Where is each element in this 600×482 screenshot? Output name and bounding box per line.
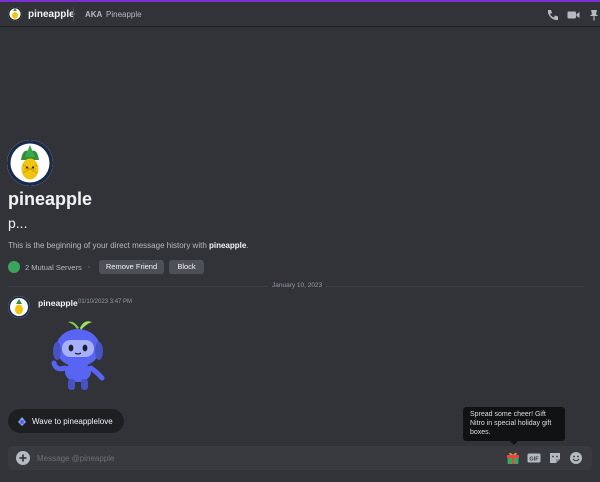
message-input[interactable] <box>37 451 437 465</box>
channel-header: pineapple AKA Pineapple <box>0 2 600 27</box>
message-timestamp: 01/10/2023 3:47 PM <box>78 299 133 305</box>
date-divider-label: January 10, 2023 <box>268 282 327 289</box>
block-button[interactable]: Block <box>169 260 204 274</box>
welcome-subtitle: p... <box>8 215 28 231</box>
pinned-messages-icon[interactable] <box>588 9 600 21</box>
server-icon <box>8 261 20 273</box>
welcome-username: pineapple <box>8 189 93 209</box>
desc-username: pineapple <box>208 241 247 250</box>
message-avatar[interactable] <box>8 296 30 318</box>
user-avatar[interactable] <box>8 7 22 21</box>
separator-dot <box>88 266 90 268</box>
message-author[interactable]: pineapple <box>38 298 78 308</box>
svg-text:GIF: GIF <box>529 457 539 463</box>
gift-icon[interactable] <box>506 451 520 465</box>
wave-emoji-icon <box>18 417 26 426</box>
mutual-servers-link[interactable]: 2 Mutual Servers <box>8 260 82 274</box>
nitro-gift-tooltip: Spread some cheer! Gift Nitro in special… <box>463 407 565 441</box>
remove-friend-button[interactable]: Remove Friend <box>99 260 164 274</box>
tooltip-arrow <box>510 441 518 445</box>
header-username: pineapple <box>28 9 75 20</box>
wave-label: Wave to pineapplelove <box>32 416 113 426</box>
sticker-icon[interactable] <box>548 451 562 465</box>
desc-suffix: . <box>246 241 249 250</box>
mutual-servers-label: 2 Mutual Servers <box>25 262 82 272</box>
welcome-description: This is the beginning of your direct mes… <box>8 241 249 250</box>
message-composer: GIF <box>8 446 592 470</box>
attach-plus-icon[interactable] <box>16 451 30 465</box>
aka-value: Pineapple <box>106 10 142 19</box>
wumpus-sticker-icon[interactable] <box>46 318 110 394</box>
desc-prefix: This is the beginning of your direct mes… <box>8 241 209 250</box>
header-divider <box>73 7 74 21</box>
gif-icon[interactable]: GIF <box>527 451 541 465</box>
welcome-avatar[interactable] <box>7 140 53 186</box>
emoji-icon[interactable] <box>569 451 583 465</box>
aka-label: AKA <box>85 10 103 19</box>
video-call-icon[interactable] <box>567 9 580 21</box>
voice-call-icon[interactable] <box>546 9 559 21</box>
wave-button[interactable]: Wave to pineapplelove <box>8 409 124 433</box>
